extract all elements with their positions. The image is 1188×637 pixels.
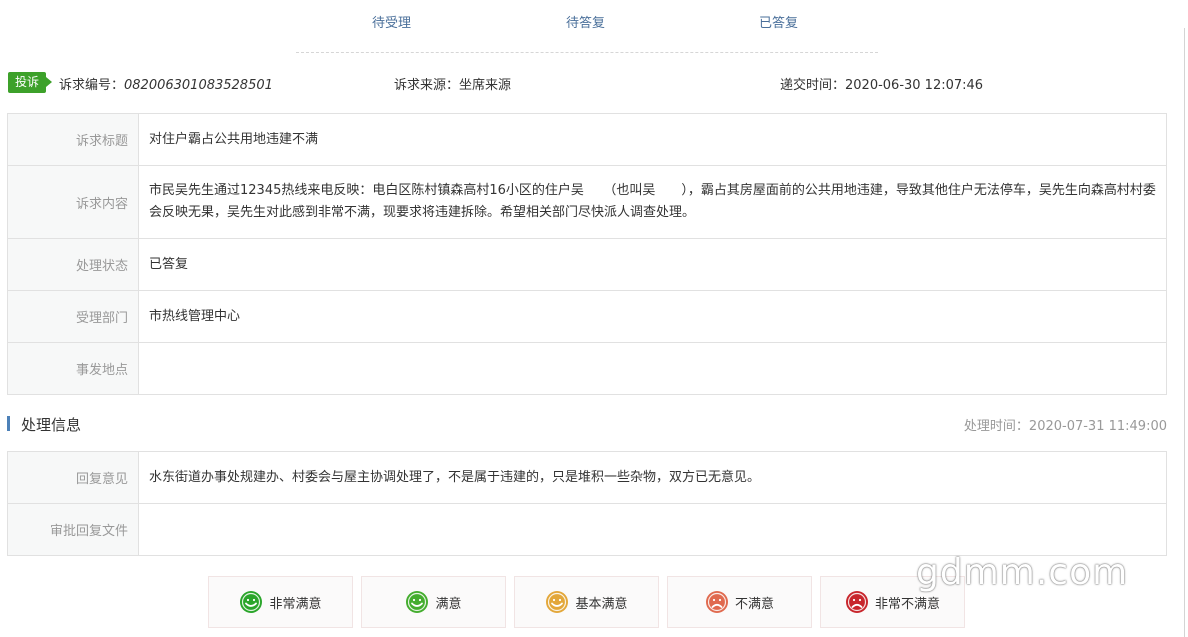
approval-file-label: 审批回复文件 (7, 503, 139, 556)
rating-label: 满意 (435, 596, 462, 612)
department-value: 市热线管理中心 (138, 290, 1167, 343)
smiley-icon (546, 591, 569, 613)
table-row: 处理状态 已答复 (7, 238, 1167, 291)
status-value: 已答复 (138, 238, 1167, 291)
rating-label: 非常不满意 (874, 596, 940, 612)
rating-label: 基本满意 (575, 596, 628, 612)
table-row: 诉求内容 市民吴先生通过12345热线来电反映：电白区陈村镇森高村16小区的住户… (7, 165, 1167, 239)
table-row: 受理部门 市热线管理中心 (7, 290, 1167, 343)
content-value: 市民吴先生通过12345热线来电反映：电白区陈村镇森高村16小区的住户吴 （也叫… (138, 165, 1167, 239)
table-row: 事发地点 (7, 342, 1167, 395)
location-label: 事发地点 (7, 342, 139, 395)
request-id: 诉求编号：082006301083528501 (59, 74, 273, 93)
table-row: 审批回复文件 (7, 503, 1167, 556)
status-label: 处理状态 (7, 238, 139, 291)
department-label: 受理部门 (7, 290, 139, 343)
request-source: 诉求来源：坐席来源 (394, 78, 512, 93)
smiley-icon (406, 591, 429, 613)
table-row: 诉求标题 对住户霸占公共用地违建不满 (7, 113, 1167, 166)
approval-file-value (138, 503, 1167, 556)
scrollbar-edge (1184, 28, 1188, 637)
rating-satisfied-button[interactable]: 满意 (361, 576, 506, 628)
rating-very-satisfied-button[interactable]: 非常满意 (208, 576, 353, 628)
tab-bar: 待受理 待答复 已答复 (296, 0, 878, 53)
request-detail-table: 诉求标题 对住户霸占公共用地违建不满 诉求内容 市民吴先生通过12345热线来电… (7, 113, 1167, 395)
processing-table: 回复意见 水东街道办事处规建办、村委会与屋主协调处理了，不是属于违建的，只是堆积… (7, 451, 1167, 556)
request-id-label: 诉求编号： (59, 78, 125, 93)
smiley-icon (240, 591, 263, 613)
submit-time: 递交时间：2020-06-30 12:07:46 (780, 78, 984, 93)
rating-label: 非常满意 (269, 596, 322, 612)
reply-label: 回复意见 (7, 451, 139, 504)
tab-pending-reply[interactable]: 待答复 (566, 12, 605, 31)
reply-value: 水东街道办事处规建办、村委会与屋主协调处理了，不是属于违建的，只是堆积一些杂物，… (138, 451, 1167, 504)
section-marker (7, 416, 10, 431)
frown-icon (845, 591, 868, 613)
tab-replied[interactable]: 已答复 (759, 12, 798, 31)
rating-label: 不满意 (734, 596, 774, 612)
request-id-value: 082006301083528501 (124, 78, 273, 93)
complaint-badge: 投诉 (8, 72, 53, 93)
processing-header: 处理信息 处理时间：2020-07-31 11:49:00 (7, 414, 1167, 434)
section-title: 处理信息 (21, 416, 82, 434)
request-meta: 投诉 诉求编号：082006301083528501 诉求来源：坐席来源 递交时… (8, 72, 1168, 94)
rating-unsatisfied-button[interactable]: 不满意 (667, 576, 812, 628)
title-value: 对住户霸占公共用地违建不满 (138, 113, 1167, 166)
location-value (138, 342, 1167, 395)
watermark-text: gdmm.com (916, 552, 1129, 593)
processing-time: 处理时间：2020-07-31 11:49:00 (963, 419, 1167, 434)
rating-basically-satisfied-button[interactable]: 基本满意 (514, 576, 659, 628)
tab-pending-accept[interactable]: 待受理 (372, 12, 411, 31)
content-label: 诉求内容 (7, 165, 139, 239)
table-row: 回复意见 水东街道办事处规建办、村委会与屋主协调处理了，不是属于违建的，只是堆积… (7, 451, 1167, 504)
title-label: 诉求标题 (7, 113, 139, 166)
frown-icon (705, 591, 728, 613)
